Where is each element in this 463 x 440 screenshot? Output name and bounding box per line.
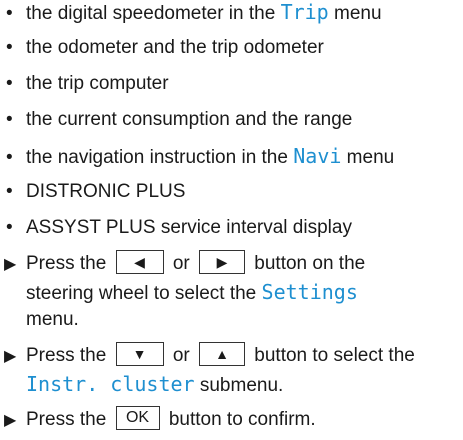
- menu-name-settings: Settings: [261, 280, 358, 304]
- step-arrow-icon: ▶: [4, 412, 17, 430]
- right-arrow-button-icon: ▶: [199, 250, 245, 274]
- bullet-marker: •: [6, 109, 13, 130]
- bullet-marker: •: [6, 217, 13, 238]
- list-item: • the digital speedometer in the Trip men…: [0, 0, 382, 26]
- bullet-marker: •: [6, 73, 13, 94]
- left-arrow-button-icon: ◀: [115, 250, 164, 274]
- submenu-name-instr-cluster: Instr. cluster: [26, 372, 195, 396]
- bullet-marker: •: [6, 37, 13, 58]
- step-2-line-1: ▶ Press the ▼ or ▲ button to select the: [0, 342, 415, 369]
- step-1-line-3: menu.: [26, 309, 79, 330]
- bullet-marker: •: [6, 3, 13, 24]
- up-arrow-button-icon: ▲: [199, 342, 245, 366]
- step-3-line-1: ▶ Press the OK button to confirm.: [0, 406, 316, 433]
- step-arrow-icon: ▶: [4, 348, 17, 366]
- list-item: • the current consumption and the range: [0, 108, 352, 132]
- bullet-marker: •: [6, 181, 13, 202]
- manual-page: • the digital speedometer in the Trip men…: [0, 0, 463, 440]
- list-item: • ASSYST PLUS service interval display: [0, 216, 352, 240]
- down-arrow-button-icon: ▼: [115, 342, 164, 366]
- list-item: • the navigation instruction in the Navi …: [0, 144, 394, 170]
- step-1-line-2: steering wheel to select the Settings: [26, 280, 358, 304]
- list-item: • the odometer and the trip odometer: [0, 36, 324, 60]
- bullet-marker: •: [6, 147, 13, 168]
- step-2-line-2: Instr. cluster submenu.: [26, 372, 284, 396]
- ok-button-icon: OK: [115, 406, 160, 430]
- list-item: • the trip computer: [0, 72, 169, 96]
- step-arrow-icon: ▶: [4, 256, 17, 274]
- menu-name-trip: Trip: [280, 0, 329, 24]
- menu-name-navi: Navi: [293, 144, 342, 168]
- list-item: • DISTRONIC PLUS: [0, 180, 185, 204]
- step-1-line-1: ▶ Press the ◀ or ▶ button on the: [0, 250, 365, 277]
